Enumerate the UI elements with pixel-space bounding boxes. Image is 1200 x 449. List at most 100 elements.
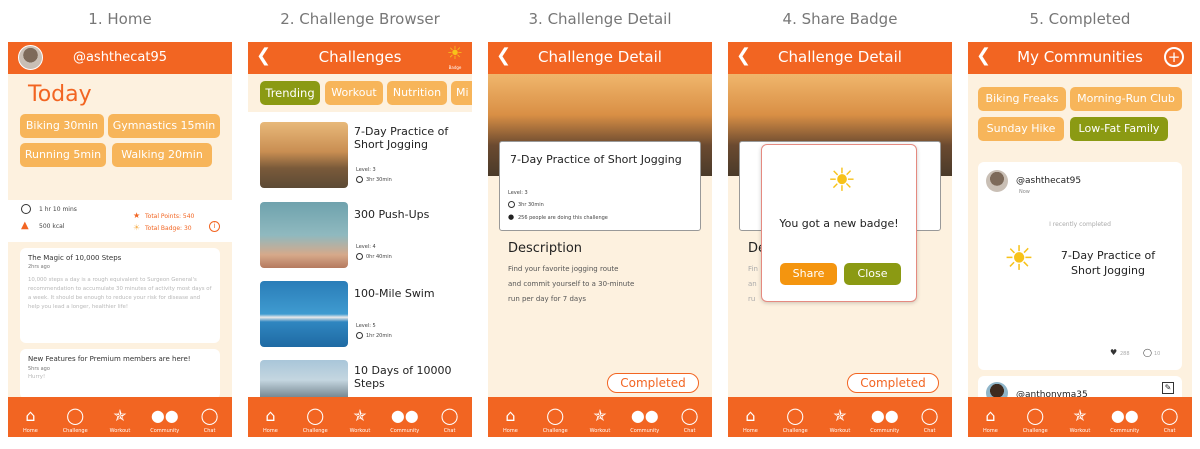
community-tag[interactable]: Sunday Hike [978,117,1064,141]
username: @ashthecat95 [72,50,168,65]
duration: 1 hr 10 mins [39,206,77,213]
nav-chat[interactable]: ◯ Chat [430,405,470,435]
runner-icon: ✯ [1073,406,1087,425]
description-line: Fin [748,265,758,273]
info-icon[interactable]: i [209,221,220,232]
post-title: The Magic of 10,000 Steps [28,254,122,262]
challenge-level: Level: 3 [356,167,376,173]
nav-community[interactable]: ●● Community [385,405,425,435]
post-title: New Features for Premium members are her… [28,355,191,363]
screen-communities: ❮ My Communities + Biking Freaks Morning… [968,42,1192,437]
nav-home[interactable]: ⌂ Home [250,405,290,435]
community-tag[interactable]: Low-Fat Family [1070,117,1168,141]
challenge-level: Level: 3 [508,190,528,196]
community-icon: ●● [1110,406,1139,425]
clock-icon [356,253,363,260]
nav-workout[interactable]: ✯ Workout [580,405,620,435]
nav-chat[interactable]: ◯ Chat [670,405,710,435]
nav-challenge[interactable]: ◯ Challenge [775,405,815,435]
challenge-photo[interactable] [260,122,348,188]
page-title: Challenge Detail [538,48,662,66]
total-points: Total Points: 540 [145,213,195,220]
heart-icon[interactable]: ♥ [1110,348,1117,357]
activity-tag[interactable]: Biking 30min [20,114,104,138]
runner-icon: ✯ [353,406,367,425]
clock-icon [508,201,515,208]
share-button[interactable]: Share [780,263,837,285]
tab-more[interactable]: Mi [451,81,472,105]
challenge-title[interactable]: 100-Mile Swim [354,287,464,300]
nav-home[interactable]: ⌂ Home [10,405,50,435]
nav-home[interactable]: ⌂ Home [970,405,1010,435]
challenge-time: 3hr 30min [518,202,544,208]
post-user[interactable]: @ashthecat95 [1016,176,1081,186]
nav-community[interactable]: ●● Community [1105,405,1145,435]
nav-challenge[interactable]: ◯ Challenge [1015,405,1055,435]
clock-icon [356,176,363,183]
challenge-title[interactable]: 7-Day Practice of Short Jogging [354,125,464,151]
badge-button[interactable]: ☀ Badge [442,43,468,73]
activity-tag[interactable]: Gymnastics 15min [108,114,220,138]
nav-community[interactable]: ●● Community [625,405,665,435]
nav-workout[interactable]: ✯ Workout [340,405,380,435]
like-count: 288 [1120,351,1130,357]
people-count: 256 people are doing this challenge [518,215,608,221]
nav-workout[interactable]: ✯ Workout [820,405,860,435]
home-icon: ⌂ [745,406,756,425]
bottom-nav: ⌂ Home ◯ Challenge ✯ Workout ●● Community ◯ C… [8,397,232,437]
nav-home[interactable]: ⌂ Home [730,405,770,435]
completed-button[interactable]: Completed [847,373,939,393]
card-title: 7-Day Practice of Short Jogging [510,153,682,166]
nav-chat[interactable]: ◯ Chat [1150,405,1190,435]
post-card[interactable]: The Magic of 10,000 Steps 2hrs ago 10,00… [20,248,220,343]
avatar[interactable] [986,170,1008,192]
nav-community[interactable]: ●● Community [865,405,905,435]
nav-chat[interactable]: ◯ Chat [910,405,950,435]
nav-challenge[interactable]: ◯ Challenge [295,405,335,435]
trophy-icon: ◯ [786,406,805,425]
nav-workout[interactable]: ✯ Workout [1060,405,1100,435]
nav-workout[interactable]: ✯ Workout [100,405,140,435]
challenge-photo[interactable] [260,202,348,268]
chat-icon: ◯ [440,406,459,425]
description-heading: Description [508,241,583,256]
challenge-title[interactable]: 300 Push-Ups [354,208,464,221]
challenge-photo[interactable] [260,360,348,400]
page-title: My Communities [1017,48,1143,66]
post-card[interactable]: New Features for Premium members are her… [20,349,220,399]
edit-icon[interactable]: ✎ [1162,382,1174,394]
clock-icon [21,204,31,214]
community-icon: ●● [390,406,419,425]
flame-icon: ▲ [21,220,29,231]
add-icon[interactable]: + [1164,47,1184,67]
community-tag[interactable]: Morning-Run Club [1070,87,1182,111]
challenge-title[interactable]: 10 Days of 10000 Steps [354,364,464,390]
bottom-nav: ⌂ Home ◯ Challenge ✯ Workout ●● Community ◯ C… [488,397,712,437]
nav-community[interactable]: ●● Community [145,405,185,435]
tab-nutrition[interactable]: Nutrition [387,81,447,105]
post-time: 5hrs ago [28,366,50,372]
page-title: Challenges [318,48,402,66]
close-button[interactable]: Close [844,263,901,285]
total-badge: Total Badge: 30 [145,225,192,232]
home-icon: ⌂ [25,406,36,425]
badge-modal: ☀ You got a new badge! Share Close [761,144,917,302]
completed-button[interactable]: Completed [607,373,699,393]
comment-icon[interactable]: ◯ [1143,348,1152,357]
activity-tag[interactable]: Walking 20min [112,143,212,167]
challenge-card: 7-Day Practice of Short Jogging Level: 3… [499,141,701,231]
challenge-photo[interactable] [260,281,348,347]
screen-home: @ashthecat95 Today Biking 30min Gymnasti… [8,42,232,437]
tab-trending[interactable]: Trending [260,81,320,105]
nav-challenge[interactable]: ◯ Challenge [535,405,575,435]
caption-share: 4. Share Badge [782,10,898,28]
nav-challenge[interactable]: ◯ Challenge [55,405,95,435]
nav-chat[interactable]: ◯ Chat [190,405,230,435]
challenge-time: 1hr 20min [366,333,392,339]
tab-workout[interactable]: Workout [325,81,383,105]
activity-tag[interactable]: Running 5min [20,143,106,167]
runner-icon: ✯ [593,406,607,425]
nav-home[interactable]: ⌂ Home [490,405,530,435]
clock-icon [356,332,363,339]
community-tag[interactable]: Biking Freaks [978,87,1066,111]
